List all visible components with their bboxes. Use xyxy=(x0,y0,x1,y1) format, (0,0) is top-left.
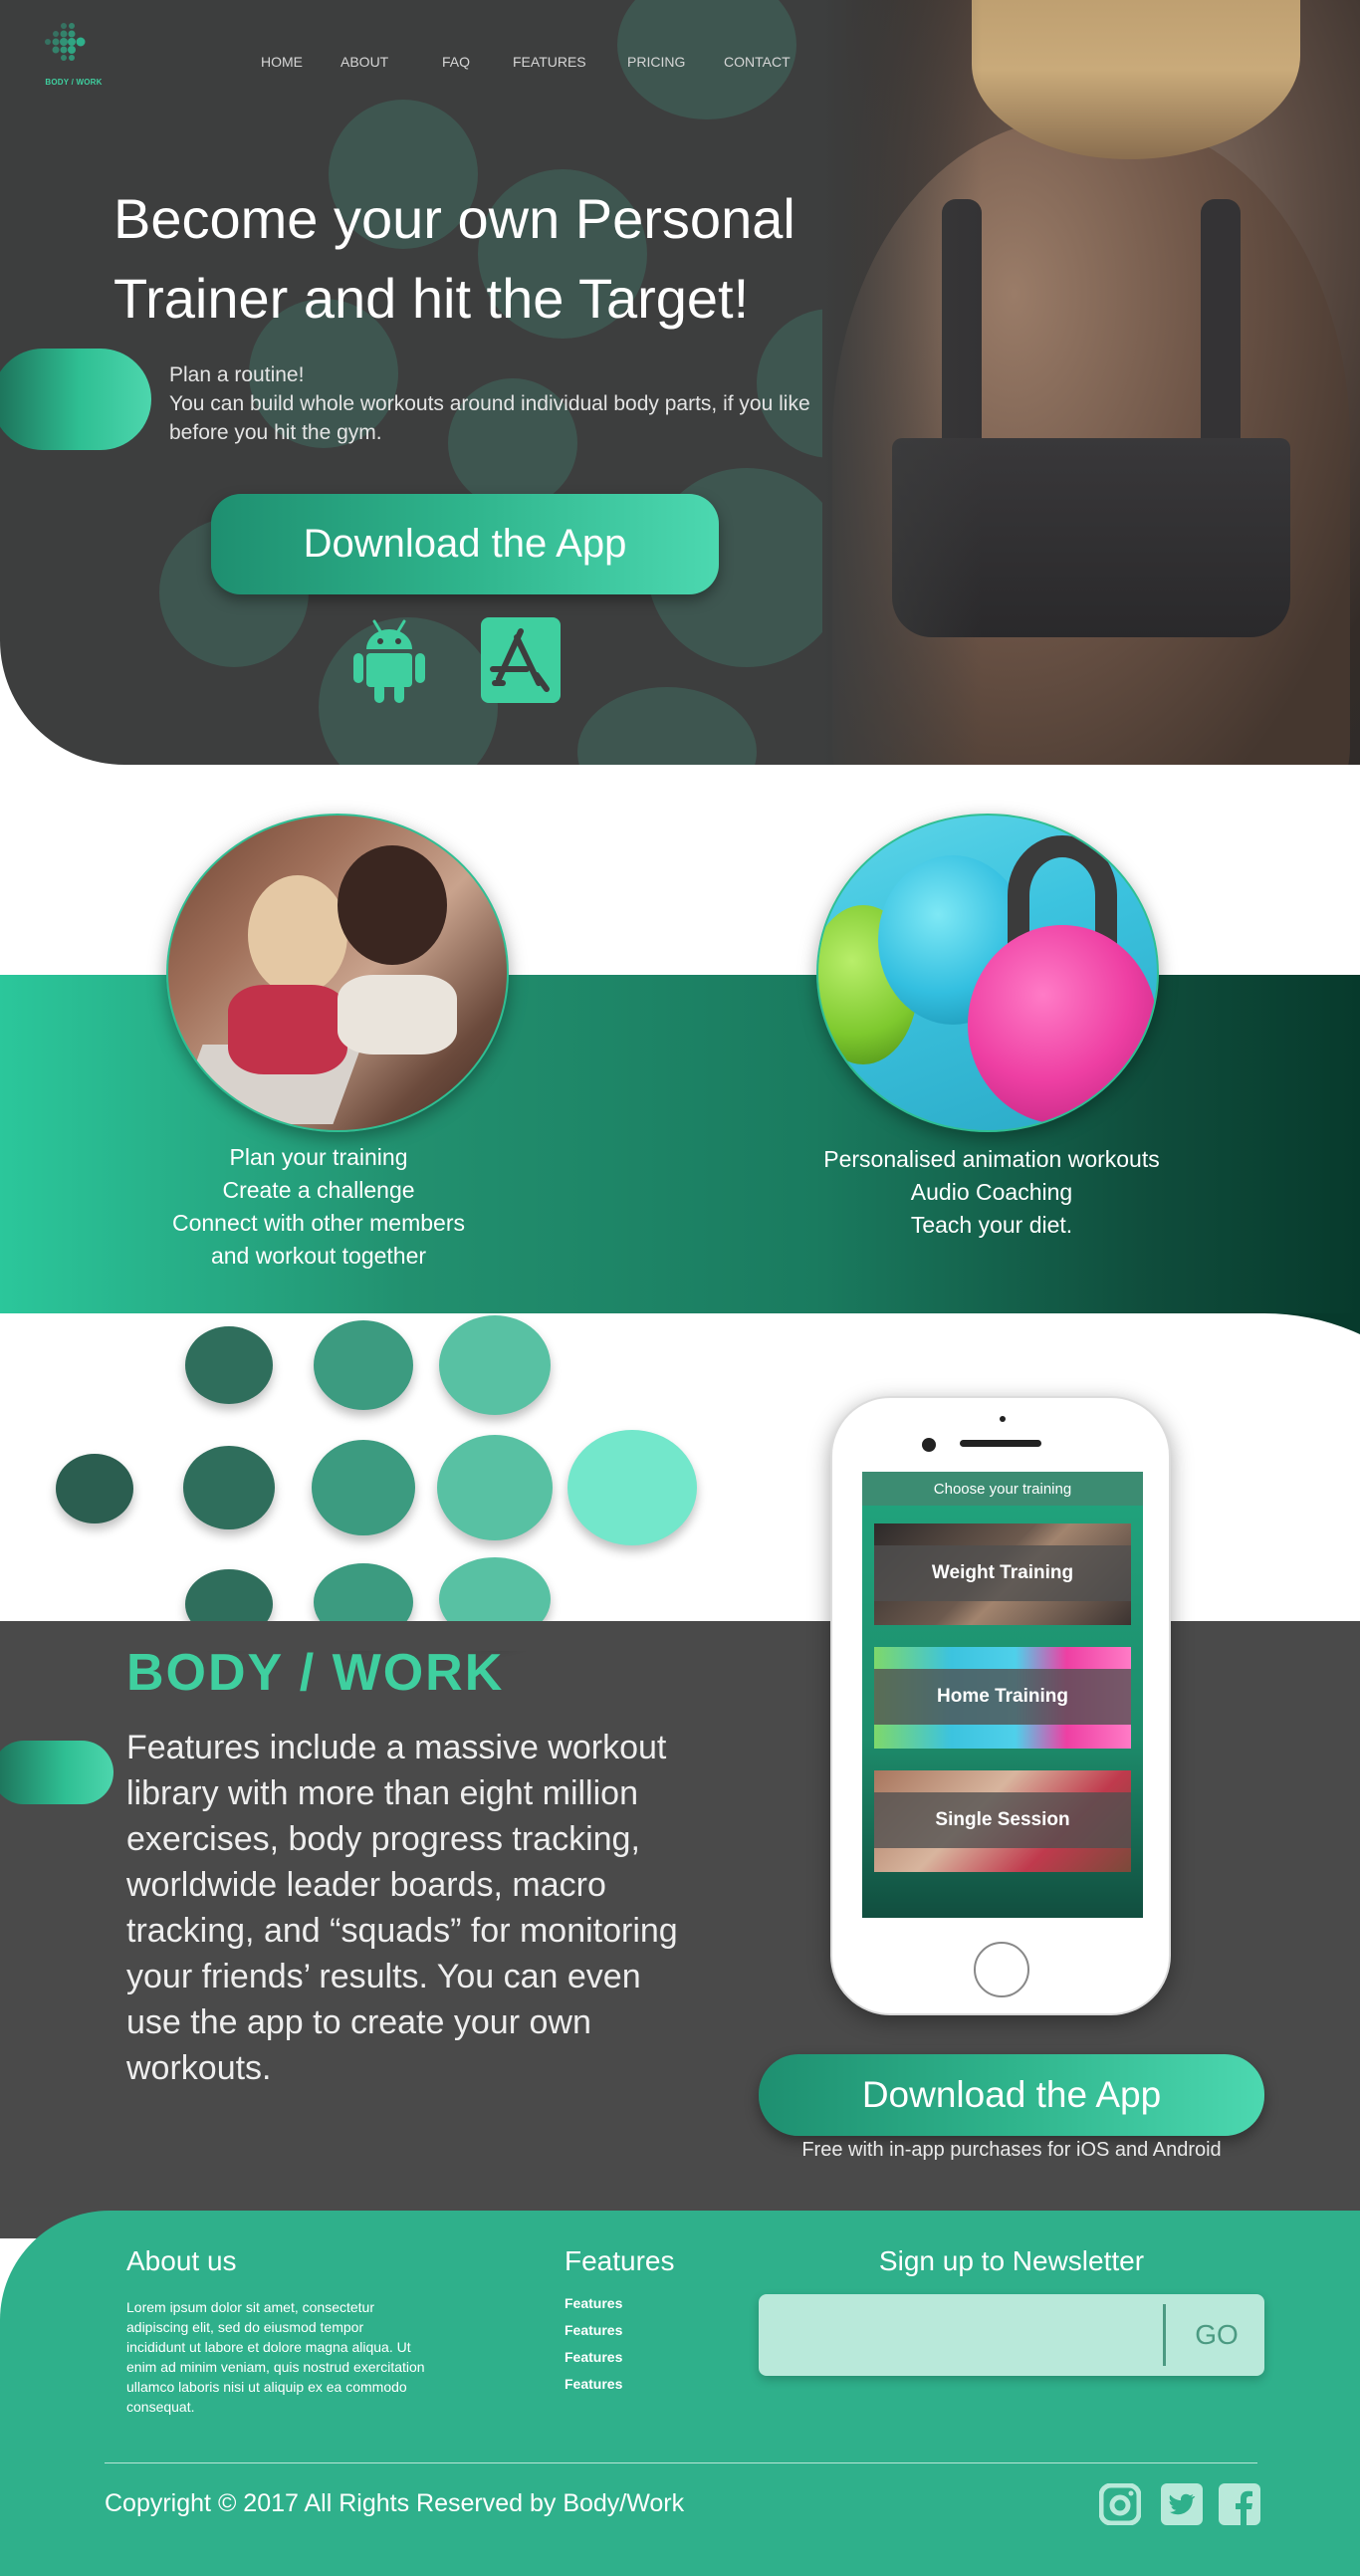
android-icon[interactable] xyxy=(352,617,426,703)
newsletter-divider xyxy=(1163,2304,1166,2366)
decor-pill xyxy=(0,1741,113,1804)
hero-title: Become your own Personal Trainer and hit… xyxy=(113,179,910,339)
facebook-icon[interactable] xyxy=(1219,2483,1260,2525)
description-line: worldwide leader boards, macro xyxy=(126,1866,606,1904)
card-label: Weight Training xyxy=(874,1545,1131,1601)
nav-about[interactable]: ABOUT xyxy=(340,54,388,70)
about-title: About us xyxy=(126,2245,237,2276)
phone-sensor xyxy=(1000,1416,1006,1422)
hero-download-button[interactable]: Download the App xyxy=(211,494,719,594)
band-left-line: and workout together xyxy=(210,1243,427,1269)
nav-pricing[interactable]: PRICING xyxy=(627,54,685,70)
card-weight-training[interactable]: Weight Training xyxy=(874,1523,1131,1625)
description-line: use the app to create your own xyxy=(126,2003,591,2041)
about-line: consequat. xyxy=(126,2399,195,2415)
nav-home[interactable]: HOME xyxy=(261,54,303,70)
cta-subtitle: Free with in-app purchases for iOS and A… xyxy=(801,2139,1222,2161)
band-right-line: Audio Coaching xyxy=(910,1179,1073,1205)
phone-screen: Choose your training Weight Training Hom… xyxy=(862,1472,1143,1918)
hero-photo-athlete xyxy=(822,0,1360,765)
training-photo xyxy=(166,814,509,1132)
screen-header: Choose your training xyxy=(862,1472,1143,1506)
card-label: Single Session xyxy=(874,1792,1131,1848)
nav-features[interactable]: FEATURES xyxy=(513,54,586,70)
logo-text: BODY / WORK xyxy=(45,78,103,87)
hero-title-line1: Become your own Personal xyxy=(113,187,795,250)
description-line: workouts. xyxy=(126,2049,272,2087)
decor-dot xyxy=(312,1440,415,1535)
nav-faq[interactable]: FAQ xyxy=(442,54,470,70)
decor-dot xyxy=(56,1454,133,1523)
hero-subtitle: Plan a routine! You can build whole work… xyxy=(169,360,866,447)
decor-dot xyxy=(314,1320,413,1410)
footer-features-link[interactable]: Features xyxy=(565,2349,622,2365)
band-left-line: Connect with other members xyxy=(171,1210,465,1236)
newsletter-go-button[interactable]: GO xyxy=(1169,2294,1264,2376)
phone-speaker xyxy=(960,1440,1041,1447)
phone-mockup: Choose your training Weight Training Hom… xyxy=(830,1396,1171,2015)
phone-camera xyxy=(922,1438,936,1452)
about-line: enim ad minim veniam, quis nostrud exerc… xyxy=(126,2359,425,2375)
landing-page: BODY / WORK HOME ABOUT FAQ FEATURES PRIC… xyxy=(0,0,1360,2576)
band-left-line: Plan your training xyxy=(229,1144,408,1170)
hero-sub-line1: Plan a routine! xyxy=(169,363,305,386)
decor-dot xyxy=(439,1315,551,1415)
logo[interactable]: BODY / WORK xyxy=(40,20,108,92)
about-line: incididunt ut labore et dolore magna ali… xyxy=(126,2339,411,2355)
hero-sub-line3: before you hit the gym. xyxy=(169,421,382,444)
card-label: Home Training xyxy=(874,1669,1131,1725)
hero-title-line2: Trainer and hit the Target! xyxy=(113,267,750,330)
product-description: Features include a massive workout libra… xyxy=(126,1725,714,2091)
decor-dot xyxy=(567,1430,697,1545)
app-store-icon[interactable] xyxy=(481,617,561,703)
card-single-session[interactable]: Single Session xyxy=(874,1770,1131,1872)
hero-section: BODY / WORK HOME ABOUT FAQ FEATURES PRIC… xyxy=(0,0,1360,765)
about-line: adipiscing elit, sed do eiusmod tempor xyxy=(126,2319,364,2335)
decor-dot xyxy=(183,1446,275,1529)
kettlebell-photo xyxy=(816,814,1159,1132)
instagram-icon[interactable] xyxy=(1099,2483,1141,2525)
footer-features-link[interactable]: Features xyxy=(565,2295,622,2311)
footer-features-link[interactable]: Features xyxy=(565,2322,622,2338)
description-line: Features include a massive workout xyxy=(126,1729,667,1766)
description-line: your friends’ results. You can even xyxy=(126,1958,641,1995)
twitter-icon[interactable] xyxy=(1161,2483,1203,2525)
card-home-training[interactable]: Home Training xyxy=(874,1647,1131,1749)
footer-divider xyxy=(105,2462,1257,2463)
description-line: tracking, and “squads” for monitoring xyxy=(126,1912,678,1950)
about-text: Lorem ipsum dolor sit amet, consectetur … xyxy=(126,2297,465,2417)
decor-bubble xyxy=(577,687,757,765)
band-left-line: Create a challenge xyxy=(222,1177,415,1203)
phone-home-button xyxy=(974,1942,1029,1997)
features-title: Features xyxy=(565,2245,675,2276)
description-line: exercises, body progress tracking, xyxy=(126,1820,640,1858)
copyright: Copyright © 2017 All Rights Reserved by … xyxy=(105,2489,685,2517)
logo-dots-icon xyxy=(45,23,86,61)
nav-contact[interactable]: CONTACT xyxy=(724,54,791,70)
newsletter-title: Sign up to Newsletter xyxy=(878,2245,1145,2276)
band-right-line: Personalised animation workouts xyxy=(823,1146,1160,1172)
newsletter-form: GO xyxy=(759,2294,1264,2376)
band-left-text: Plan your training Create a challenge Co… xyxy=(119,1141,518,1273)
product-brand-title: BODY / WORK xyxy=(126,1644,505,1702)
about-line: Lorem ipsum dolor sit amet, consectetur xyxy=(126,2299,374,2315)
newsletter-email-input[interactable] xyxy=(759,2294,1165,2376)
decor-dot xyxy=(185,1326,273,1404)
about-line: ullamco laboris nisi ut aliquip ex ea co… xyxy=(126,2379,407,2395)
description-line: library with more than eight million xyxy=(126,1774,638,1812)
decor-pill xyxy=(0,349,151,450)
hero-sub-line2: You can build whole workouts around indi… xyxy=(169,392,810,415)
footer-features-link[interactable]: Features xyxy=(565,2376,622,2392)
band-right-line: Teach your diet. xyxy=(910,1212,1073,1238)
cta-download-button[interactable]: Download the App xyxy=(759,2054,1264,2136)
decor-dot xyxy=(437,1435,553,1540)
band-right-text: Personalised animation workouts Audio Co… xyxy=(773,1143,1211,1242)
